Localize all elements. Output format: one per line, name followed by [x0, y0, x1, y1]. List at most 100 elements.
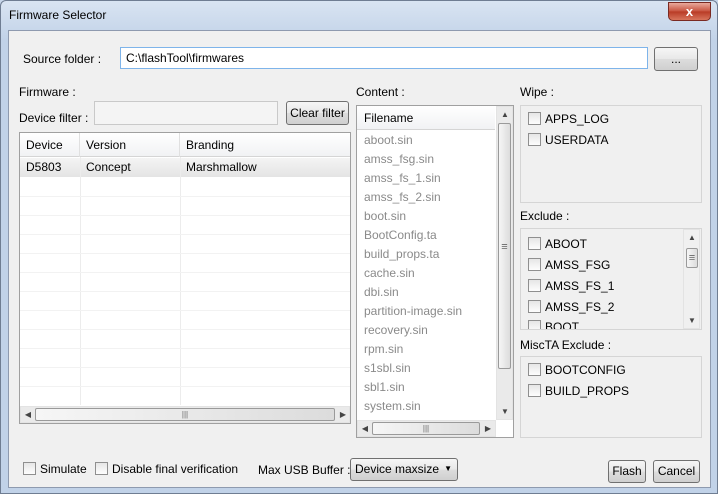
checkbox-box[interactable] [95, 462, 108, 475]
cell-branding: Marshmallow [186, 160, 257, 174]
row-divider [20, 196, 350, 197]
wipe-group: APPS_LOG USERDATA [520, 105, 702, 203]
scroll-right-arrow-icon[interactable]: ▶ [483, 424, 493, 433]
list-item[interactable]: amss_fsg.sin [364, 150, 434, 169]
scroll-up-arrow-icon[interactable]: ▲ [499, 110, 511, 119]
checkbox-label: Disable final verification [112, 462, 239, 476]
checkbox-box[interactable] [528, 363, 541, 376]
list-item[interactable]: BootConfig.ta [364, 226, 437, 245]
simulate-checkbox[interactable]: Simulate [23, 459, 87, 479]
scroll-thumb[interactable]: ||| [35, 408, 335, 421]
list-item[interactable]: s1sbl.sin [364, 359, 411, 378]
list-item[interactable]: recovery.sin [364, 321, 428, 340]
row-divider [20, 386, 350, 387]
checkbox-label: BOOT [545, 320, 580, 330]
cell-version: Concept [86, 160, 131, 174]
scroll-left-arrow-icon[interactable]: ◀ [23, 410, 33, 419]
scroll-down-arrow-icon[interactable]: ▼ [499, 407, 511, 416]
flash-button[interactable]: Flash [608, 460, 646, 483]
device-filter-input[interactable] [94, 101, 278, 125]
list-item[interactable]: rpm.sin [364, 340, 403, 359]
list-item[interactable]: cache.sin [364, 264, 415, 283]
scroll-right-arrow-icon[interactable]: ▶ [338, 410, 348, 419]
exclude-group: ABOOT AMSS_FSG AMSS_FS_1 AMSS_FS_2 BOOT … [520, 228, 702, 330]
row-divider [20, 215, 350, 216]
firmware-selector-window: Firmware Selector x Source folder : C:\f… [0, 0, 718, 494]
chevron-down-icon: ▼ [444, 464, 452, 473]
table-row[interactable]: D5803 Concept Marshmallow [20, 158, 350, 177]
browse-button[interactable]: ... [654, 47, 698, 71]
row-divider [20, 367, 350, 368]
checkbox-box[interactable] [528, 279, 541, 292]
firmware-horizontal-scrollbar[interactable]: ◀ ||| ▶ [20, 406, 350, 423]
list-item[interactable]: system.sin [364, 397, 421, 416]
scroll-left-arrow-icon[interactable]: ◀ [360, 424, 370, 433]
checkbox-box[interactable] [528, 300, 541, 313]
filename-column-header[interactable]: Filename [357, 106, 495, 130]
file-list: aboot.sin amss_fsg.sin amss_fs_1.sin ams… [357, 131, 495, 419]
wipe-apps-log-checkbox[interactable]: APPS_LOG [528, 109, 609, 129]
checkbox-label: BUILD_PROPS [545, 384, 630, 398]
source-folder-input[interactable]: C:\flashTool\firmwares [120, 47, 648, 69]
exclude-amss-fs-1-checkbox[interactable]: AMSS_FS_1 [528, 276, 614, 296]
wipe-userdata-checkbox[interactable]: USERDATA [528, 130, 609, 150]
list-item[interactable]: amss_fs_1.sin [364, 169, 441, 188]
column-header-branding[interactable]: Branding [180, 133, 350, 157]
column-header-version[interactable]: Version [80, 133, 180, 157]
exclude-aboot-checkbox[interactable]: ABOOT [528, 234, 587, 254]
cell-device: D5803 [26, 160, 62, 174]
content-label: Content : [356, 85, 405, 99]
checkbox-box[interactable] [528, 384, 541, 397]
exclude-amss-fsg-checkbox[interactable]: AMSS_FSG [528, 255, 610, 275]
content-vertical-scrollbar[interactable]: ▲ ≡ ▼ [496, 106, 513, 420]
content-list: Filename aboot.sin amss_fsg.sin amss_fs_… [356, 105, 514, 438]
exclude-amss-fs-2-checkbox[interactable]: AMSS_FS_2 [528, 297, 614, 317]
scroll-down-arrow-icon[interactable]: ▼ [686, 316, 698, 325]
exclude-vertical-scrollbar[interactable]: ▲ ≡ ▼ [683, 229, 700, 329]
list-item[interactable]: partition-image.sin [364, 302, 462, 321]
checkbox-box[interactable] [528, 112, 541, 125]
checkbox-label: Simulate [40, 462, 87, 476]
checkbox-label: BOOTCONFIG [545, 363, 626, 377]
exclude-boot-checkbox[interactable]: BOOT [528, 317, 580, 330]
row-divider [20, 272, 350, 273]
column-header-device[interactable]: Device [20, 133, 80, 157]
window-title: Firmware Selector [9, 8, 107, 22]
miscta-exclude-group: BOOTCONFIG BUILD_PROPS [520, 356, 702, 438]
scroll-thumb[interactable]: ≡ [498, 123, 511, 369]
dialog-body: Source folder : C:\flashTool\firmwares .… [8, 30, 711, 488]
firmware-label: Firmware : [19, 85, 76, 99]
checkbox-box[interactable] [528, 320, 541, 329]
miscta-build-props-checkbox[interactable]: BUILD_PROPS [528, 381, 629, 401]
checkbox-box[interactable] [528, 258, 541, 271]
content-horizontal-scrollbar[interactable]: ◀ ||| ▶ [357, 420, 496, 437]
list-item[interactable]: aboot.sin [364, 131, 413, 150]
miscta-exclude-label: MiscTA Exclude : [520, 338, 612, 352]
scroll-thumb[interactable]: ||| [372, 422, 480, 435]
checkbox-box[interactable] [23, 462, 36, 475]
checkbox-box[interactable] [528, 133, 541, 146]
title-bar: Firmware Selector x [1, 1, 717, 29]
row-divider [20, 234, 350, 235]
checkbox-label: USERDATA [545, 133, 609, 147]
scroll-up-arrow-icon[interactable]: ▲ [686, 233, 698, 242]
max-usb-buffer-select[interactable]: Device maxsize ▼ [350, 458, 458, 481]
checkbox-label: AMSS_FSG [545, 258, 611, 272]
list-item[interactable]: build_props.ta [364, 245, 439, 264]
device-filter-label: Device filter : [19, 111, 89, 125]
list-item[interactable]: dbi.sin [364, 283, 399, 302]
cancel-button[interactable]: Cancel [653, 460, 700, 483]
close-button[interactable]: x [668, 2, 711, 21]
miscta-bootconfig-checkbox[interactable]: BOOTCONFIG [528, 360, 626, 380]
scroll-thumb[interactable]: ≡ [686, 248, 698, 268]
checkbox-box[interactable] [528, 237, 541, 250]
max-usb-buffer-label: Max USB Buffer : [258, 463, 351, 477]
firmware-table-header: Device Version Branding [20, 133, 350, 157]
clear-filter-button[interactable]: Clear filter [286, 101, 349, 125]
select-value: Device maxsize [355, 462, 440, 476]
firmware-table: Device Version Branding D5803 Concept Ma… [19, 132, 351, 424]
disable-final-verification-checkbox[interactable]: Disable final verification [95, 459, 238, 479]
list-item[interactable]: boot.sin [364, 207, 406, 226]
list-item[interactable]: amss_fs_2.sin [364, 188, 441, 207]
list-item[interactable]: sbl1.sin [364, 378, 405, 397]
